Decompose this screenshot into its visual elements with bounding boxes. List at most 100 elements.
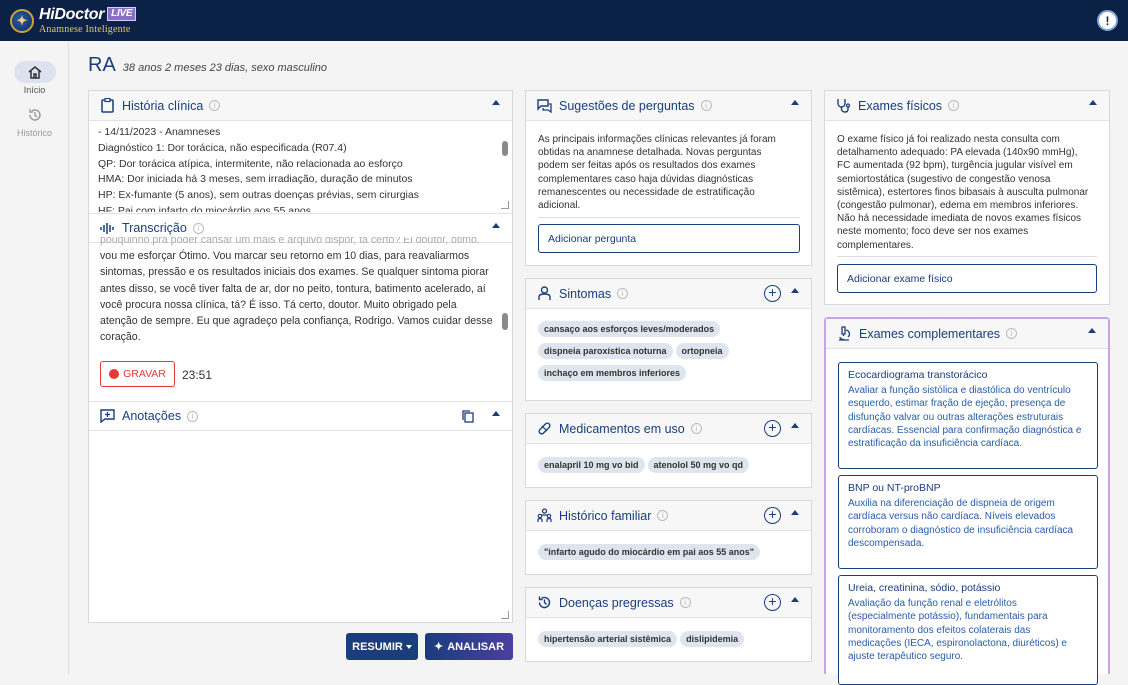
nav-item-historico[interactable]: Histórico: [0, 104, 69, 138]
info-icon[interactable]: i: [690, 423, 702, 434]
collapse-chevron-icon[interactable]: [791, 510, 799, 515]
chip[interactable]: "infarto agudo do miocárdio em pai aos 5…: [538, 544, 761, 560]
familiar-header[interactable]: Histórico familiar i +: [526, 501, 811, 531]
exam-card[interactable]: Ureia, creatinina, sódio, potássio Avali…: [838, 575, 1098, 685]
add-icon[interactable]: +: [764, 507, 781, 524]
add-question-button[interactable]: Adicionar pergunta: [538, 224, 800, 253]
text-line: Avaliar a função sistólica e diastólica …: [848, 385, 1071, 396]
chip[interactable]: dislipidemia: [680, 631, 745, 647]
doencas-header[interactable]: Doenças pregressas i +: [526, 588, 811, 618]
exames-complementares-header[interactable]: Exames complementares i: [826, 319, 1108, 349]
collapse-chevron-icon[interactable]: [1089, 100, 1097, 105]
text-line: (especialmente potássio), fundamentais p…: [848, 611, 1048, 623]
sugestoes-header[interactable]: Sugestões de perguntas i: [526, 91, 811, 121]
chip[interactable]: dispneia paroxística noturna: [538, 343, 673, 359]
text-line: neste momento; foco deve ser nos exames: [837, 226, 1029, 238]
chip[interactable]: atenolol 50 mg vo qd: [647, 457, 750, 473]
doencas-title: Doenças pregressas: [559, 595, 674, 610]
copy-icon[interactable]: [462, 410, 474, 426]
collapse-chevron-icon[interactable]: [1088, 328, 1096, 333]
chip[interactable]: ortopneia: [675, 343, 729, 359]
info-button[interactable]: !: [1097, 10, 1118, 31]
sugestoes-title: Sugestões de perguntas: [559, 98, 695, 113]
chip[interactable]: cansaço aos esforços leves/moderados: [538, 321, 721, 337]
text-line: podem ser feitas após os resultados dos …: [538, 160, 756, 172]
sidebar: Início Histórico: [0, 41, 69, 674]
exam-card[interactable]: BNP ou NT-proBNP Auxilia na diferenciaçã…: [838, 475, 1098, 569]
text-line: disfunção valvar ou outras alterações es…: [848, 411, 1064, 423]
collapse-chevron-icon[interactable]: [492, 223, 500, 228]
add-icon[interactable]: +: [764, 594, 781, 611]
exam-title: Ureia, creatinina, sódio, potássio: [848, 582, 1001, 594]
nav-label-inicio: Início: [23, 85, 46, 95]
anotacoes-header[interactable]: Anotações i: [89, 401, 512, 431]
exam-card[interactable]: Ecocardiograma transtorácico Avaliar a f…: [838, 362, 1098, 469]
microscope-icon: [836, 326, 852, 342]
collapse-chevron-icon[interactable]: [791, 100, 799, 105]
collapse-chevron-icon[interactable]: [791, 288, 799, 293]
text-line: complementares caso haja dúvidas diagnós…: [538, 173, 754, 185]
info-icon[interactable]: i: [617, 288, 629, 299]
history-icon: [14, 104, 56, 126]
app-logo[interactable]: ✦ HiDoctor LIVE Anamnese Inteligente: [10, 6, 137, 35]
resize-handle-icon[interactable]: [501, 201, 509, 209]
chip[interactable]: inchaço em membros inferiores: [538, 365, 687, 381]
transcricao-scrollbar[interactable]: [502, 313, 508, 330]
historia-scrollbar[interactable]: [502, 141, 508, 156]
historia-header[interactable]: História clínica i: [89, 91, 512, 121]
chip[interactable]: enalapril 10 mg vo bid: [538, 457, 645, 473]
info-icon[interactable]: i: [679, 597, 691, 608]
exam-description: Avaliação da função renal e eletrólitos …: [848, 597, 1088, 663]
medicamentos-header[interactable]: Medicamentos em uso i +: [526, 414, 811, 444]
info-icon[interactable]: i: [657, 510, 669, 521]
analisar-button[interactable]: ✦ ANALISAR: [425, 633, 513, 660]
historia-line: QP: Dor torácica atípica, intermitente, …: [98, 157, 403, 170]
familiar-panel: Histórico familiar i + "infarto agudo do…: [525, 500, 812, 575]
text-line: adicional.: [538, 200, 581, 212]
resumir-button[interactable]: RESUMIR: [346, 633, 418, 660]
chip[interactable]: hipertensão arterial sistêmica: [538, 631, 678, 647]
add-icon[interactable]: +: [764, 420, 781, 437]
sparkle-icon: ✦: [433, 641, 444, 653]
anotacoes-textarea[interactable]: [89, 432, 512, 622]
text-line: Não há necessidade imediata de novos exa…: [837, 213, 1082, 225]
info-icon[interactable]: i: [187, 410, 199, 422]
exames-fisicos-title: Exames físicos: [858, 98, 943, 113]
exames-fisicos-header[interactable]: Exames físicos i: [825, 91, 1109, 121]
text-line: FC aumentada (92 bpm), turgência jugular…: [837, 160, 1073, 172]
historia-textarea[interactable]: - 14/11/2023 - Anamneses Diagnóstico 1: …: [98, 125, 498, 212]
collapse-chevron-icon[interactable]: [791, 423, 799, 428]
text-line: remanescentes ou necessidade de estratif…: [538, 186, 755, 198]
text-line: (congestão pulmonar), edema em membros i…: [837, 200, 1079, 212]
info-icon[interactable]: i: [209, 100, 221, 111]
resumir-label: RESUMIR: [352, 640, 403, 653]
add-physical-exam-button[interactable]: Adicionar exame físico: [837, 264, 1097, 293]
sintomas-header[interactable]: Sintomas i +: [526, 279, 811, 309]
text-line: cardíacas. Essencial para confirmação di…: [848, 424, 1082, 436]
info-icon[interactable]: i: [192, 222, 204, 234]
stethoscope-icon: [835, 98, 851, 114]
add-icon[interactable]: +: [764, 285, 781, 302]
collapse-chevron-icon[interactable]: [492, 411, 500, 416]
nav-label-historico: Histórico: [16, 128, 52, 138]
info-icon[interactable]: i: [700, 100, 712, 111]
info-icon[interactable]: i: [948, 100, 960, 111]
family-icon: [536, 508, 552, 524]
collapse-chevron-icon[interactable]: [791, 597, 799, 602]
record-button[interactable]: GRAVAR: [100, 361, 175, 387]
transcricao-text[interactable]: pouquinho pra poder cansar um mais é arq…: [100, 237, 495, 347]
nav-item-inicio[interactable]: Início: [0, 61, 69, 95]
exames-complementares-panel: Exames complementares i Ecocardiograma t…: [824, 317, 1110, 685]
top-bar: ✦ HiDoctor LIVE Anamnese Inteligente !: [0, 0, 1128, 41]
resize-handle-icon[interactable]: [501, 611, 509, 619]
historia-title: História clínica: [122, 98, 204, 113]
text-line: Avaliação da função renal e eletrólitos: [848, 598, 1017, 609]
transcricao-line: atenção de sempre. Eu que agradeço pela …: [100, 315, 493, 328]
record-label: GRAVAR: [123, 368, 166, 380]
collapse-chevron-icon[interactable]: [492, 100, 500, 105]
info-icon[interactable]: i: [1006, 328, 1018, 339]
familiar-chips: "infarto agudo do miocárdio em pai aos 5…: [538, 544, 808, 566]
familiar-title: Histórico familiar: [559, 508, 652, 523]
question-chat-icon: [536, 98, 552, 114]
sugestoes-panel: Sugestões de perguntas i As principais i…: [525, 90, 812, 266]
